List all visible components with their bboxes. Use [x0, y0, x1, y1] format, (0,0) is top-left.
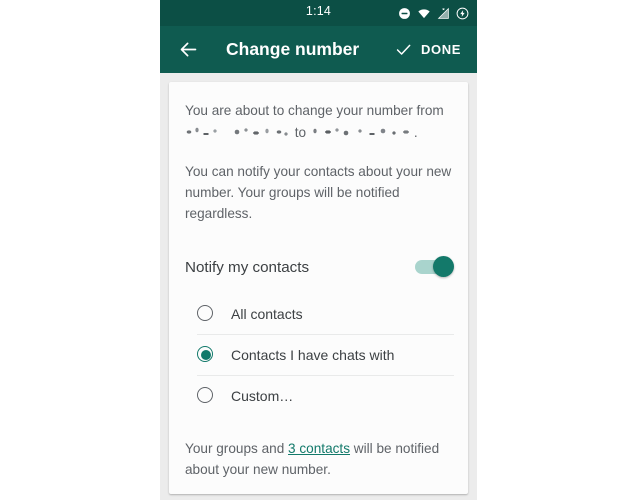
- intro-line-1: You are about to change your number from: [185, 103, 444, 118]
- radio-ring: [197, 387, 213, 403]
- arrow-left-icon: [180, 42, 196, 57]
- change-number-card: You are about to change your number from…: [169, 82, 468, 494]
- notify-paragraph: You can notify your contacts about your …: [185, 164, 452, 221]
- radio-option-label: Contacts I have chats with: [231, 347, 395, 363]
- footer-prefix: Your groups and: [185, 441, 289, 456]
- status-bar-icons: [398, 0, 469, 26]
- radio-option-all-contacts[interactable]: All contacts: [197, 294, 454, 334]
- radio-option-custom[interactable]: Custom…: [197, 375, 454, 416]
- battery-saver-icon: [456, 7, 469, 19]
- notify-options-list: All contacts Contacts I have chats with …: [169, 294, 468, 416]
- intro-line-2: to .: [185, 122, 452, 141]
- notify-contacts-label: Notify my contacts: [185, 258, 310, 276]
- radio-dot: [201, 350, 211, 360]
- radio-button-icon: [197, 346, 215, 364]
- redacted-new-number: [309, 125, 414, 139]
- toggle-thumb: [433, 256, 454, 277]
- app-toolbar: Change number DONE: [160, 26, 477, 73]
- intro-period: .: [413, 125, 418, 140]
- contacts-link[interactable]: 3 contacts: [288, 441, 350, 456]
- back-button[interactable]: [176, 38, 200, 62]
- notify-contacts-toggle[interactable]: [415, 256, 454, 277]
- radio-option-label: Custom…: [231, 388, 294, 404]
- intro-paragraph: You are about to change your number from…: [169, 82, 468, 141]
- intro-separator: to: [294, 125, 307, 140]
- radio-option-label: All contacts: [231, 306, 303, 322]
- settings-content: You are about to change your number from…: [160, 73, 477, 500]
- do-not-disturb-icon: [399, 7, 410, 19]
- page-title: Change number: [226, 39, 360, 59]
- wifi-icon: [418, 8, 430, 18]
- cellular-signal-icon: [437, 7, 449, 19]
- radio-button-icon: [197, 387, 215, 405]
- radio-option-chats-with[interactable]: Contacts I have chats with: [197, 334, 454, 375]
- radio-ring: [197, 305, 213, 321]
- done-button[interactable]: DONE: [394, 40, 463, 59]
- radio-button-icon: [197, 305, 215, 323]
- done-button-label: DONE: [421, 42, 461, 57]
- phone-screen: 1:14 Change number DONE You are about to…: [160, 0, 477, 500]
- notify-contacts-row[interactable]: Notify my contacts: [169, 250, 468, 284]
- redacted-old-number: [185, 125, 291, 139]
- status-bar: 1:14: [160, 0, 477, 26]
- check-icon: [396, 44, 411, 55]
- footer-paragraph: Your groups and 3 contacts will be notif…: [169, 416, 468, 480]
